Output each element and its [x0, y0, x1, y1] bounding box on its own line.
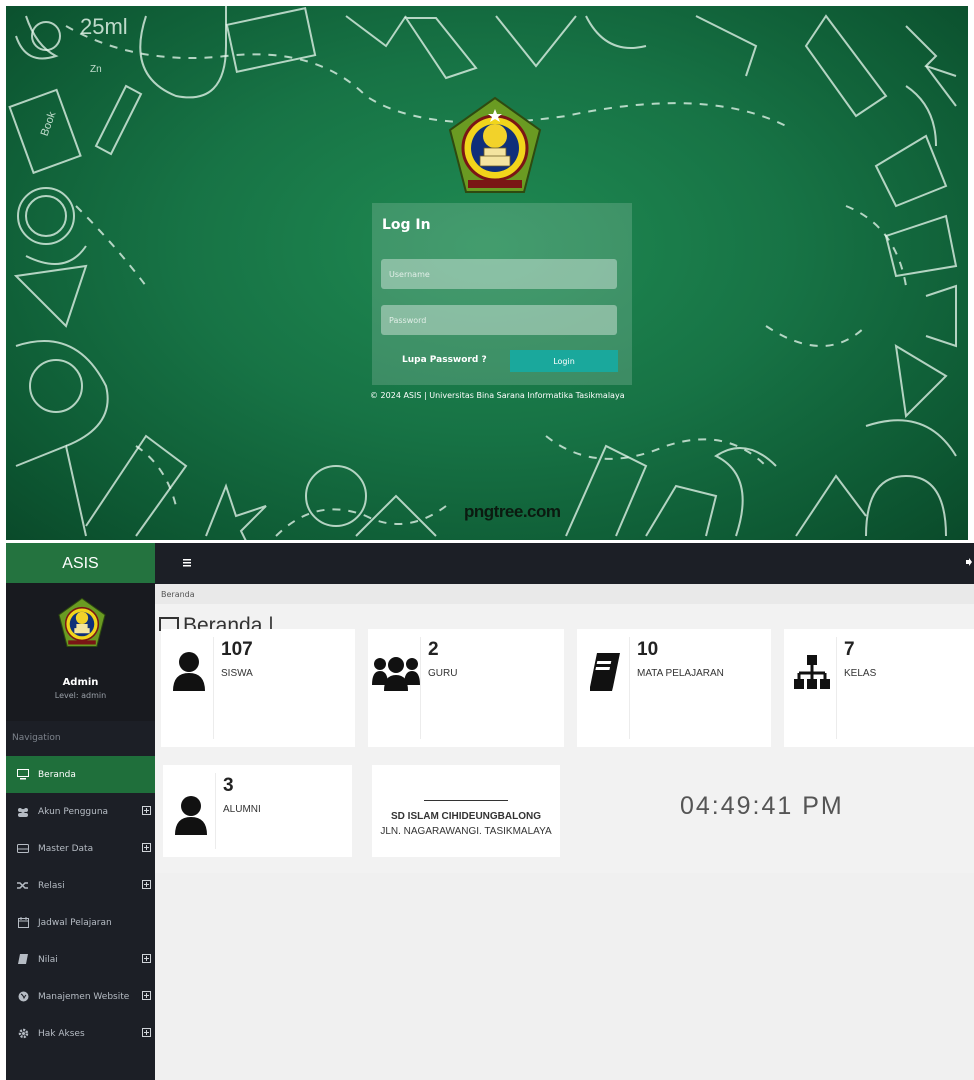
top-navbar [155, 543, 974, 584]
sidebar-item-relasi[interactable]: Relasi [6, 867, 155, 904]
card-divider [420, 637, 421, 739]
school-emblem-logo [448, 96, 542, 193]
user-profile: Admin Level: admin [6, 583, 155, 721]
login-screen: 25ml Book Zn Log In Lupa Password ? Logi… [6, 6, 968, 540]
watermark-text: pngtree.com [464, 502, 561, 521]
dashboard-screen: ASIS Admin Level: admin Navigation Beran… [6, 543, 974, 1080]
sidebar-item-label: Jadwal Pelajaran [38, 917, 112, 928]
nav-header: Navigation [12, 733, 61, 743]
menu-toggle-icon[interactable] [183, 559, 191, 567]
school-info-card: SD ISLAM CIHIDEUNGBALONG JLN. NAGARAWANG… [372, 765, 560, 857]
users-icon [16, 807, 30, 817]
stat-label: SISWA [221, 668, 253, 679]
expand-icon[interactable] [142, 954, 151, 963]
stat-value: 7 [844, 639, 855, 660]
expand-icon[interactable] [142, 843, 151, 852]
user-icon [173, 791, 209, 835]
doodle-volume-text: 25ml [80, 14, 128, 39]
stat-label: GURU [428, 668, 458, 679]
sidebar-item-label: Nilai [38, 954, 58, 965]
sidebar-item-label: Beranda [38, 769, 76, 780]
user-icon [171, 647, 207, 691]
username-input[interactable] [381, 259, 617, 289]
divider [424, 800, 508, 801]
calendar-icon [16, 917, 30, 928]
sidebar-item-label: Manajemen Website [38, 991, 130, 1002]
password-input[interactable] [381, 305, 617, 335]
user-name: Admin [62, 677, 99, 688]
sidebar-item-manajemen-website[interactable]: Manajemen Website [6, 978, 155, 1015]
monitor-icon [16, 769, 30, 780]
doodle-zn-text: Zn [90, 64, 102, 75]
book-icon [587, 647, 623, 691]
stat-value: 107 [221, 639, 253, 660]
login-button[interactable]: Login [510, 350, 618, 372]
stat-value: 10 [637, 639, 659, 660]
sidebar-item-akun-pengguna[interactable]: Akun Pengguna [6, 793, 155, 830]
breadcrumb: Beranda [155, 584, 974, 604]
sidebar-item-label: Relasi [38, 880, 65, 891]
stat-card-mata-pelajaran[interactable]: 10 MATA PELAJARAN [577, 629, 771, 747]
sitemap-icon [794, 647, 830, 691]
stat-card-guru[interactable]: 2 GURU [368, 629, 564, 747]
content-area [155, 873, 974, 1080]
sidebar-item-jadwal-pelajaran[interactable]: Jadwal Pelajaran [6, 904, 155, 941]
expand-icon[interactable] [142, 806, 151, 815]
digital-clock: 04:49:41 PM [680, 792, 844, 820]
school-emblem-logo [58, 597, 106, 647]
sidebar-item-label: Akun Pengguna [38, 806, 109, 817]
logout-icon[interactable] [966, 558, 972, 566]
stat-label: KELAS [844, 668, 877, 679]
login-panel: Log In Lupa Password ? Login [372, 203, 632, 385]
user-level: Level: admin [54, 691, 107, 700]
globe-icon [16, 991, 30, 1002]
sidebar-menu: Beranda Akun Pengguna Master Data Relasi… [6, 756, 155, 1052]
expand-icon[interactable] [142, 1028, 151, 1037]
breadcrumb-item[interactable]: Beranda [161, 590, 195, 599]
book-icon [16, 954, 30, 965]
card-divider [213, 637, 214, 739]
sidebar-item-hak-akses[interactable]: Hak Akses [6, 1015, 155, 1052]
sidebar-item-beranda[interactable]: Beranda [6, 756, 155, 793]
brand-title[interactable]: ASIS [6, 543, 155, 583]
stat-card-alumni[interactable]: 3 ALUMNI [163, 765, 352, 857]
school-name: SD ISLAM CIHIDEUNGBALONG [391, 811, 541, 822]
school-address: JLN. NAGARAWANGI. TASIKMALAYA [380, 826, 552, 837]
card-divider [836, 637, 837, 739]
stat-card-kelas[interactable]: 7 KELAS [784, 629, 974, 747]
stat-value: 2 [428, 639, 439, 660]
card-divider [215, 773, 216, 849]
gear-icon [16, 1028, 30, 1039]
stat-value: 3 [223, 775, 234, 796]
login-title: Log In [382, 217, 431, 233]
group-icon [372, 647, 420, 691]
sidebar-item-label: Hak Akses [38, 1028, 85, 1039]
sidebar-item-master-data[interactable]: Master Data [6, 830, 155, 867]
hdd-icon [16, 844, 30, 853]
forgot-password-link[interactable]: Lupa Password ? [402, 355, 487, 365]
expand-icon[interactable] [142, 991, 151, 1000]
shuffle-icon [16, 881, 30, 890]
stat-label: MATA PELAJARAN [637, 668, 724, 679]
sidebar-item-label: Master Data [38, 843, 94, 854]
sidebar: ASIS Admin Level: admin Navigation Beran… [6, 543, 155, 1080]
card-divider [629, 637, 630, 739]
copyright-text: © 2024 ASIS | Universitas Bina Sarana In… [370, 391, 625, 400]
expand-icon[interactable] [142, 880, 151, 889]
sidebar-item-nilai[interactable]: Nilai [6, 941, 155, 978]
stat-label: ALUMNI [223, 804, 261, 815]
stat-card-siswa[interactable]: 107 SISWA [161, 629, 355, 747]
